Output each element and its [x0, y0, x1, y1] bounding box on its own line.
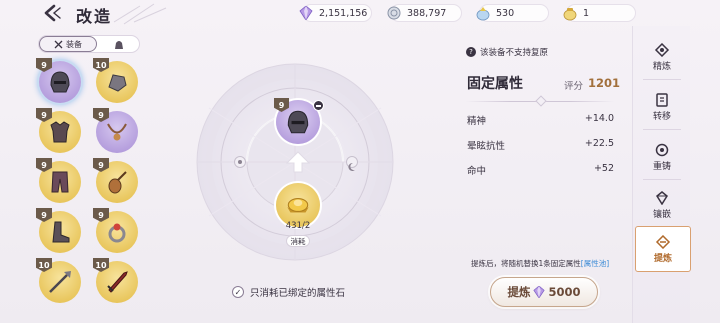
attribute-row: 精神 +14.0: [467, 113, 614, 127]
transfer-icon: [656, 92, 668, 107]
helmet-icon: [287, 110, 309, 134]
attribute-value: +14.0: [584, 113, 614, 124]
right-node: [346, 156, 358, 171]
nav-label: 精炼: [652, 61, 671, 72]
equipment-slot-pants[interactable]: 9: [36, 158, 81, 203]
spear-icon: [49, 271, 71, 293]
attribute-pool-link[interactable]: [属性池]: [581, 259, 609, 268]
currency-gem[interactable]: 530: [476, 4, 549, 22]
attribute-value: +22.5: [584, 138, 614, 149]
score-label: 评分: [564, 81, 584, 92]
equipment-panel: 装备 9 10 9 9 9 9 9 9 10 10: [30, 32, 146, 323]
silver-amount: 388,797: [407, 7, 447, 19]
attribute-name: 命中: [467, 166, 487, 177]
equipment-slot-sword[interactable]: 10: [93, 258, 138, 303]
nav-label: 提炼: [653, 253, 672, 264]
lute-icon: [108, 171, 127, 194]
nav-item-recast[interactable]: 重铸: [633, 134, 691, 180]
attribute-row: 命中 +52: [467, 163, 614, 177]
equipment-slot-gauntlet[interactable]: 10: [93, 58, 138, 103]
no-restore-notice: ? 该装备不支持复原: [466, 46, 548, 58]
currency-gold[interactable]: 1: [563, 4, 636, 22]
gold-pouch-icon: [561, 4, 579, 22]
gold-amount: 1: [583, 7, 590, 19]
nav-label: 重铸: [652, 161, 671, 172]
gem-amount: 530: [496, 7, 515, 19]
bag-icon: [115, 40, 123, 49]
armor-icon: [50, 121, 70, 143]
back-arrow-icon: [44, 4, 61, 22]
silver-coin-icon: [385, 4, 403, 22]
currency-silver[interactable]: 388,797: [387, 4, 462, 22]
up-arrow-icon: [285, 151, 311, 173]
right-nav: 精炼 转移 重铸 镶嵌 提炼: [632, 26, 691, 323]
sword-icon: [107, 271, 128, 293]
helmet-icon: [50, 71, 70, 93]
filter-equipment-tab[interactable]: 装备: [39, 36, 97, 52]
equipment-filter: 装备: [38, 35, 140, 53]
refine-info: 提炼后，将随机替换1条固定属性[属性池]: [471, 258, 609, 269]
refine-button[interactable]: 提炼 5000: [490, 277, 598, 307]
top-bar: 改造 2,151,156 388,797 530 1: [0, 0, 720, 28]
filter-accessory-tab[interactable]: [109, 37, 129, 51]
bound-only-checkbox-row[interactable]: ✓ 只消耗已绑定的属性石: [232, 285, 345, 299]
equipment-slot-ring[interactable]: 9: [93, 208, 138, 253]
extract-icon: [655, 234, 671, 249]
necklace-icon: [107, 123, 127, 141]
remove-button[interactable]: [313, 100, 324, 111]
refine-icon: [654, 42, 670, 57]
gauntlet-icon: [108, 74, 127, 92]
currency-crystal[interactable]: 2,151,156: [299, 4, 372, 22]
nav-item-refine[interactable]: 精炼: [633, 34, 691, 80]
crystal-icon: [297, 4, 315, 22]
inlay-icon: [656, 190, 668, 205]
recast-icon: [655, 143, 669, 156]
attribute-row: 晕眩抗性 +22.5: [467, 138, 614, 152]
equipment-slot-boots[interactable]: 9: [36, 208, 81, 253]
material-count: 431/2: [285, 221, 311, 231]
refine-button-label: 提炼: [507, 285, 531, 299]
gem-pouch-icon: [474, 4, 492, 22]
crossed-swords-icon: [54, 40, 63, 48]
equipment-slot-lute[interactable]: 9: [93, 158, 138, 203]
crystal-icon: [533, 286, 546, 298]
equipment-slot-armor[interactable]: 9: [36, 108, 81, 153]
question-icon: ?: [466, 47, 476, 57]
fixed-attributes-title: 固定属性: [467, 76, 523, 92]
bound-only-checkbox[interactable]: ✓: [232, 286, 244, 298]
title-decoration: [113, 3, 167, 25]
nav-item-transfer[interactable]: 转移: [633, 84, 691, 130]
left-node: [234, 156, 246, 168]
filter-equipment-label: 装备: [66, 39, 82, 49]
equipment-slot-spear[interactable]: 10: [36, 258, 81, 303]
nav-item-extract[interactable]: 提炼: [635, 226, 691, 272]
refine-info-text: 提炼后，将随机替换1条固定属性: [471, 259, 581, 268]
divider-diamond: [535, 95, 547, 107]
boots-icon: [52, 221, 70, 243]
bound-only-label: 只消耗已绑定的属性石: [250, 288, 346, 299]
nav-label: 镶嵌: [652, 209, 671, 220]
consume-label: 消耗: [286, 235, 310, 247]
refine-cost: 5000: [548, 285, 581, 299]
no-restore-text: 该装备不支持复原: [480, 48, 549, 58]
attribute-value: +52: [593, 163, 614, 174]
equipment-slot-helmet[interactable]: 9: [36, 58, 81, 103]
ring-icon: [108, 223, 126, 243]
page-title: 改造: [76, 7, 113, 26]
crystal-amount: 2,151,156: [319, 7, 368, 19]
back-button[interactable]: [40, 3, 64, 23]
attribute-name: 晕眩抗性: [467, 141, 506, 152]
gold-ingot-icon: [287, 198, 309, 213]
nav-item-inlay[interactable]: 镶嵌: [633, 182, 691, 228]
attribute-name: 精神: [467, 116, 487, 127]
equipment-slot-necklace[interactable]: 9: [93, 108, 138, 153]
score-value: 1201: [588, 76, 621, 90]
nav-label: 转移: [652, 111, 671, 122]
moon-icon: [348, 162, 355, 171]
pants-icon: [51, 171, 69, 193]
